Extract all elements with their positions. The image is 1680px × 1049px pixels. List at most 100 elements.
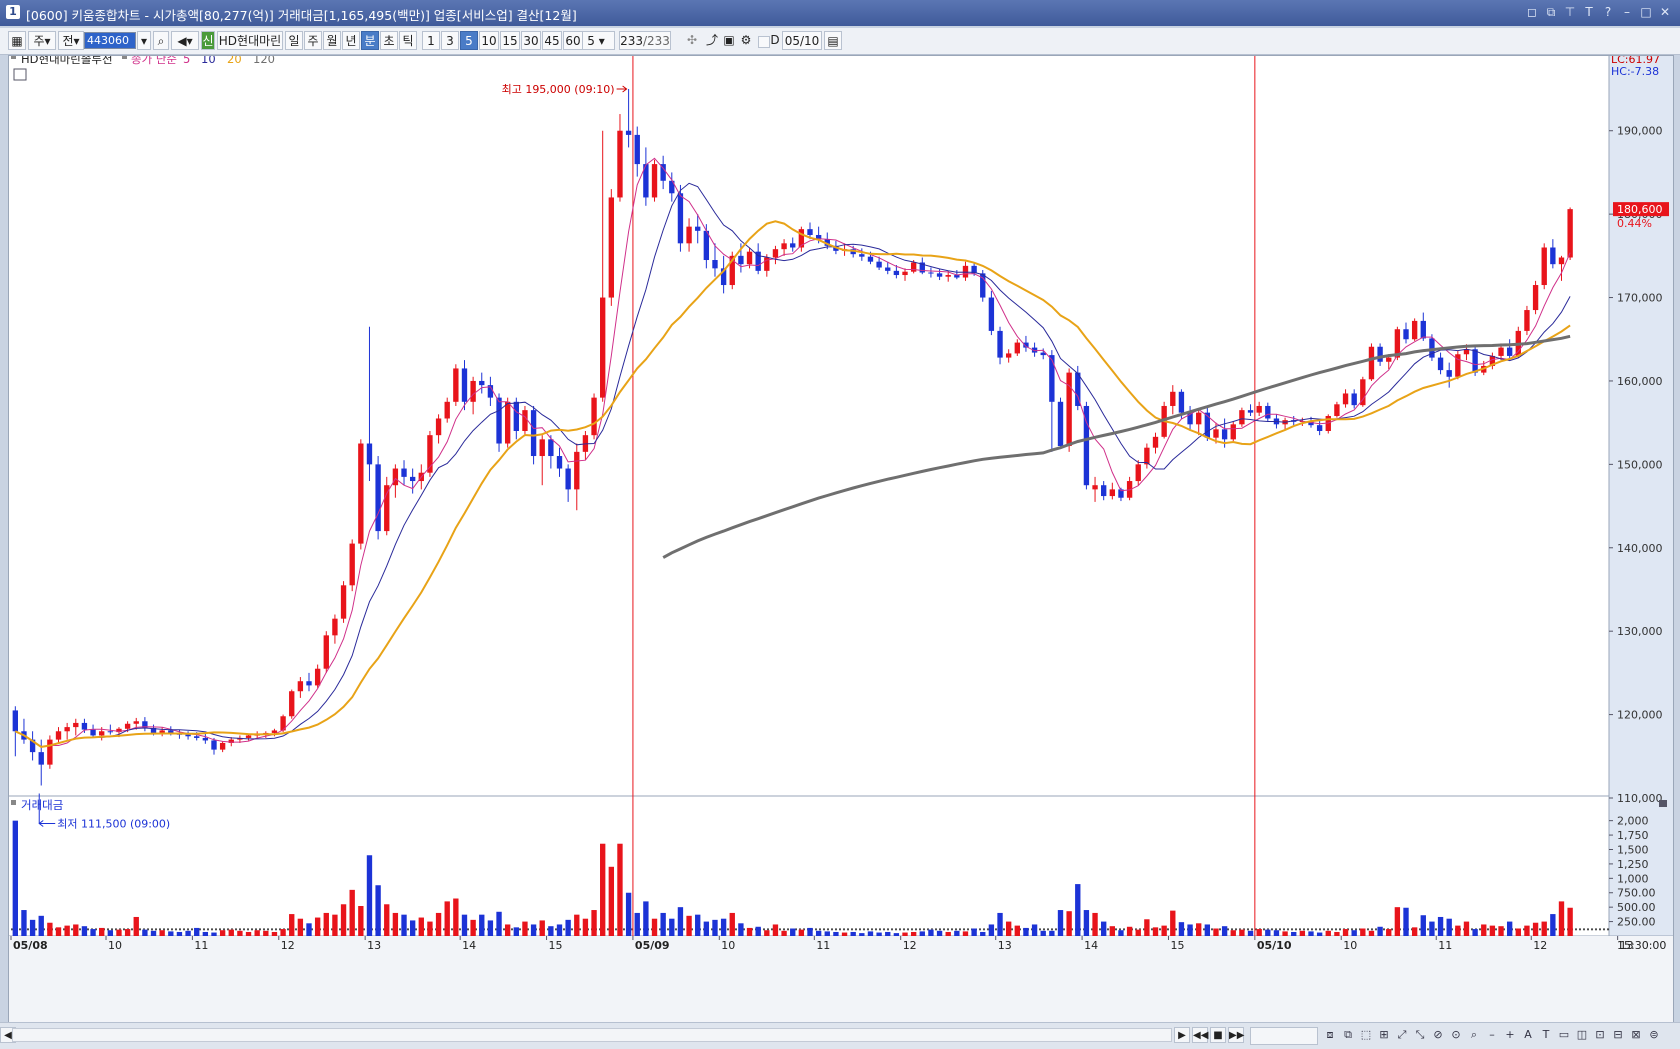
volume-bar [435, 912, 442, 936]
hc-indicator: HC:-7.38 [1611, 65, 1659, 78]
bottom-tool-icon-2[interactable]: ⬚ [1358, 1027, 1374, 1043]
zoom-slider[interactable] [1250, 1027, 1318, 1045]
horizontal-scrollbar[interactable] [12, 1028, 1172, 1042]
bottom-tool-icon-6[interactable]: ⊘ [1430, 1027, 1446, 1043]
period-tab-6[interactable]: 틱 [399, 31, 417, 50]
interval-button-3[interactable]: 10 [479, 31, 499, 50]
volume-bar [271, 931, 278, 936]
restore-icon[interactable]: ⧉ [1544, 4, 1558, 20]
period-tab-2[interactable]: 월 [323, 31, 341, 50]
candle-body [790, 243, 796, 248]
candlestick-chart[interactable]: 190,000180,000170,000160,000150,000140,0… [9, 56, 1673, 1022]
restore-down-icon[interactable]: ◻ [1525, 4, 1539, 20]
bottom-tool-icon-15[interactable]: ⊡ [1592, 1027, 1608, 1043]
period-tab-1[interactable]: 주 [304, 31, 322, 50]
rewind-icon[interactable]: ◀◀ [1192, 1027, 1208, 1043]
period-tab-0[interactable]: 일 [285, 31, 303, 50]
volume-bar [954, 930, 960, 936]
candle-body [910, 262, 917, 272]
period-tab-3[interactable]: 년 [342, 31, 360, 50]
stock-code-input[interactable] [84, 32, 136, 49]
interval-button-1[interactable]: 3 [441, 31, 459, 50]
volume-bar [1204, 924, 1211, 936]
bottom-tool-icon-4[interactable]: ⤢ [1394, 1027, 1410, 1043]
favorite-icon[interactable]: 신 [201, 31, 215, 50]
bottom-tool-icon-10[interactable]: + [1502, 1027, 1518, 1043]
calendar-icon[interactable]: ▤ [824, 31, 842, 50]
font-icon[interactable]: T [1582, 4, 1596, 20]
candle-body [530, 410, 537, 457]
candle-body [219, 742, 226, 750]
date-checkbox[interactable] [758, 36, 770, 48]
bottom-tool-icon-3[interactable]: ⊞ [1376, 1027, 1392, 1043]
bottom-tool-icon-11[interactable]: A [1520, 1027, 1536, 1043]
bottom-tool-icon-13[interactable]: ▭ [1556, 1027, 1572, 1043]
fast-forward-icon[interactable]: ▶▶ [1228, 1027, 1244, 1043]
chart-area[interactable]: 190,000180,000170,000160,000150,000140,0… [8, 55, 1674, 1023]
code-dropdown-icon[interactable]: ▾ [137, 31, 151, 50]
volume-bar [29, 919, 36, 936]
interval-button-5[interactable]: 30 [521, 31, 541, 50]
minimize-icon[interactable]: – [1620, 4, 1634, 20]
app-icon: 1 [6, 5, 20, 19]
interval-button-4[interactable]: 15 [500, 31, 520, 50]
volume-panel-label: 거래대금 [21, 798, 63, 812]
scroll-right-icon[interactable]: ▶ [1174, 1027, 1190, 1043]
bottom-tool-icon-1[interactable]: ⧉ [1340, 1027, 1356, 1043]
draw-tool-icon[interactable]: ⤴ [703, 31, 721, 50]
bottom-tool-icon-12[interactable]: T [1538, 1027, 1554, 1043]
candle-body [1221, 429, 1228, 440]
bottom-tool-icon-9[interactable]: – [1484, 1027, 1500, 1043]
volume-bar [358, 906, 364, 936]
interval-button-0[interactable]: 1 [422, 31, 440, 50]
type-select[interactable]: 주▾ [28, 31, 56, 50]
time-readout: 15:30:00 [1617, 939, 1666, 952]
interval-button-7[interactable]: 60 [563, 31, 583, 50]
volume-bar [245, 931, 252, 936]
low-annotation: 최저 111,500 (09:00) [57, 817, 170, 830]
close-icon[interactable]: ✕ [1658, 4, 1672, 20]
candle-body [55, 731, 62, 740]
date-input[interactable]: 05/10 [782, 31, 822, 50]
legend-ma-10: 10 [201, 56, 216, 66]
stock-name-field[interactable]: HD현대마린 [217, 31, 283, 50]
settings-gear-icon[interactable]: ⚙ [738, 31, 754, 50]
volume-bar [1489, 925, 1496, 936]
interval-button-6[interactable]: 45 [542, 31, 562, 50]
volume-bar [47, 922, 53, 936]
bottom-tool-icon-17[interactable]: ⊠ [1628, 1027, 1644, 1043]
bottom-tool-icon-18[interactable]: ⊜ [1646, 1027, 1662, 1043]
candle-body [686, 226, 692, 244]
volume-bar [237, 930, 243, 936]
candle-body [1170, 391, 1176, 406]
layout-icon[interactable]: ▦ [8, 31, 26, 50]
candle-body [1230, 424, 1236, 440]
stop-icon[interactable]: ■ [1210, 1027, 1226, 1043]
volume-bar [306, 923, 312, 936]
crosshair-icon[interactable]: ✣ [683, 31, 701, 50]
bottom-tool-icon-8[interactable]: ⌕ [1466, 1027, 1482, 1043]
volume-bar [1221, 926, 1228, 936]
maximize-icon[interactable]: □ [1639, 4, 1653, 20]
save-icon[interactable]: ▣ [721, 31, 737, 50]
bottom-tool-icon-5[interactable]: ⤡ [1412, 1027, 1428, 1043]
volume-bar [384, 904, 390, 936]
search-icon[interactable]: ⌕ [153, 31, 169, 50]
candle-body [746, 251, 753, 265]
volume-bar [1135, 929, 1141, 936]
volume-bar [1118, 930, 1124, 936]
pin-icon[interactable]: ⊤ [1563, 4, 1577, 20]
period-tab-4[interactable]: 분 [361, 31, 379, 50]
volume-bar [859, 933, 865, 936]
bar-count-field[interactable]: 233/233 [619, 31, 671, 50]
interval-button-2[interactable]: 5 [460, 31, 478, 50]
market-select[interactable]: 전▾ [58, 31, 84, 50]
bottom-tool-icon-0[interactable]: ⧈ [1322, 1027, 1338, 1043]
speaker-icon[interactable]: ◀▾ [171, 31, 199, 50]
volume-bar [340, 904, 347, 936]
help-icon[interactable]: ? [1601, 4, 1615, 20]
bottom-tool-icon-16[interactable]: ⊟ [1610, 1027, 1626, 1043]
bottom-tool-icon-7[interactable]: ⊙ [1448, 1027, 1464, 1043]
period-tab-5[interactable]: 초 [380, 31, 398, 50]
bottom-tool-icon-14[interactable]: ◫ [1574, 1027, 1590, 1043]
